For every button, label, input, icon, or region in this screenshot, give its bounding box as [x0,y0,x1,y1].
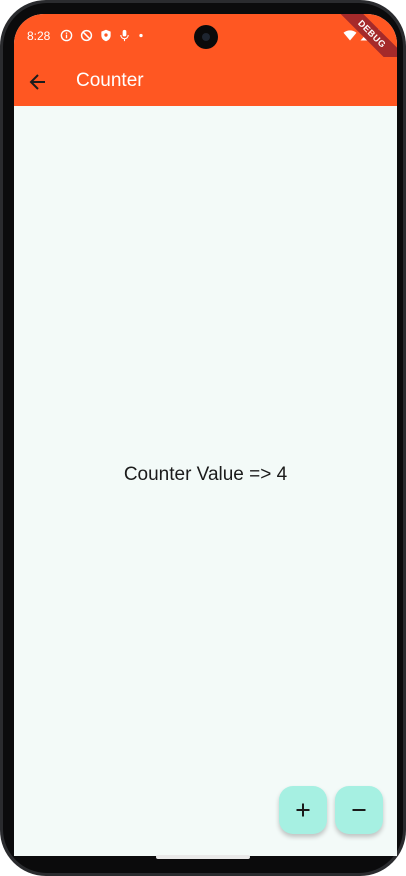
minus-icon [352,809,366,811]
status-notification-icons [60,28,145,42]
status-bar: 8:28 DEBUG [14,14,397,79]
counter-value-text: Counter Value => 4 [123,464,288,485]
page-title: Counter [76,70,144,91]
home-indicator[interactable] [156,855,250,859]
front-camera [194,25,218,49]
shield-icon [101,29,111,41]
app-bar: Counter [14,57,397,106]
block-icon [80,29,93,41]
phone-frame: 8:28 DEBUG Counter Counter Value => 4 [0,0,406,876]
back-button[interactable] [25,69,51,95]
plus-icon [296,803,310,817]
increment-button[interactable] [279,786,327,834]
info-icon [60,29,73,41]
navigation-bar [3,845,403,873]
status-time: 8:28 [27,29,51,43]
mic-icon [120,29,129,41]
arrow-back-icon [29,74,45,90]
wifi-icon [343,30,357,41]
app-screen: 8:28 DEBUG Counter Counter Value => 4 [14,14,397,856]
decrement-button[interactable] [335,786,383,834]
phone-bezel: 8:28 DEBUG Counter Counter Value => 4 [3,3,403,873]
dot-icon [139,33,143,37]
